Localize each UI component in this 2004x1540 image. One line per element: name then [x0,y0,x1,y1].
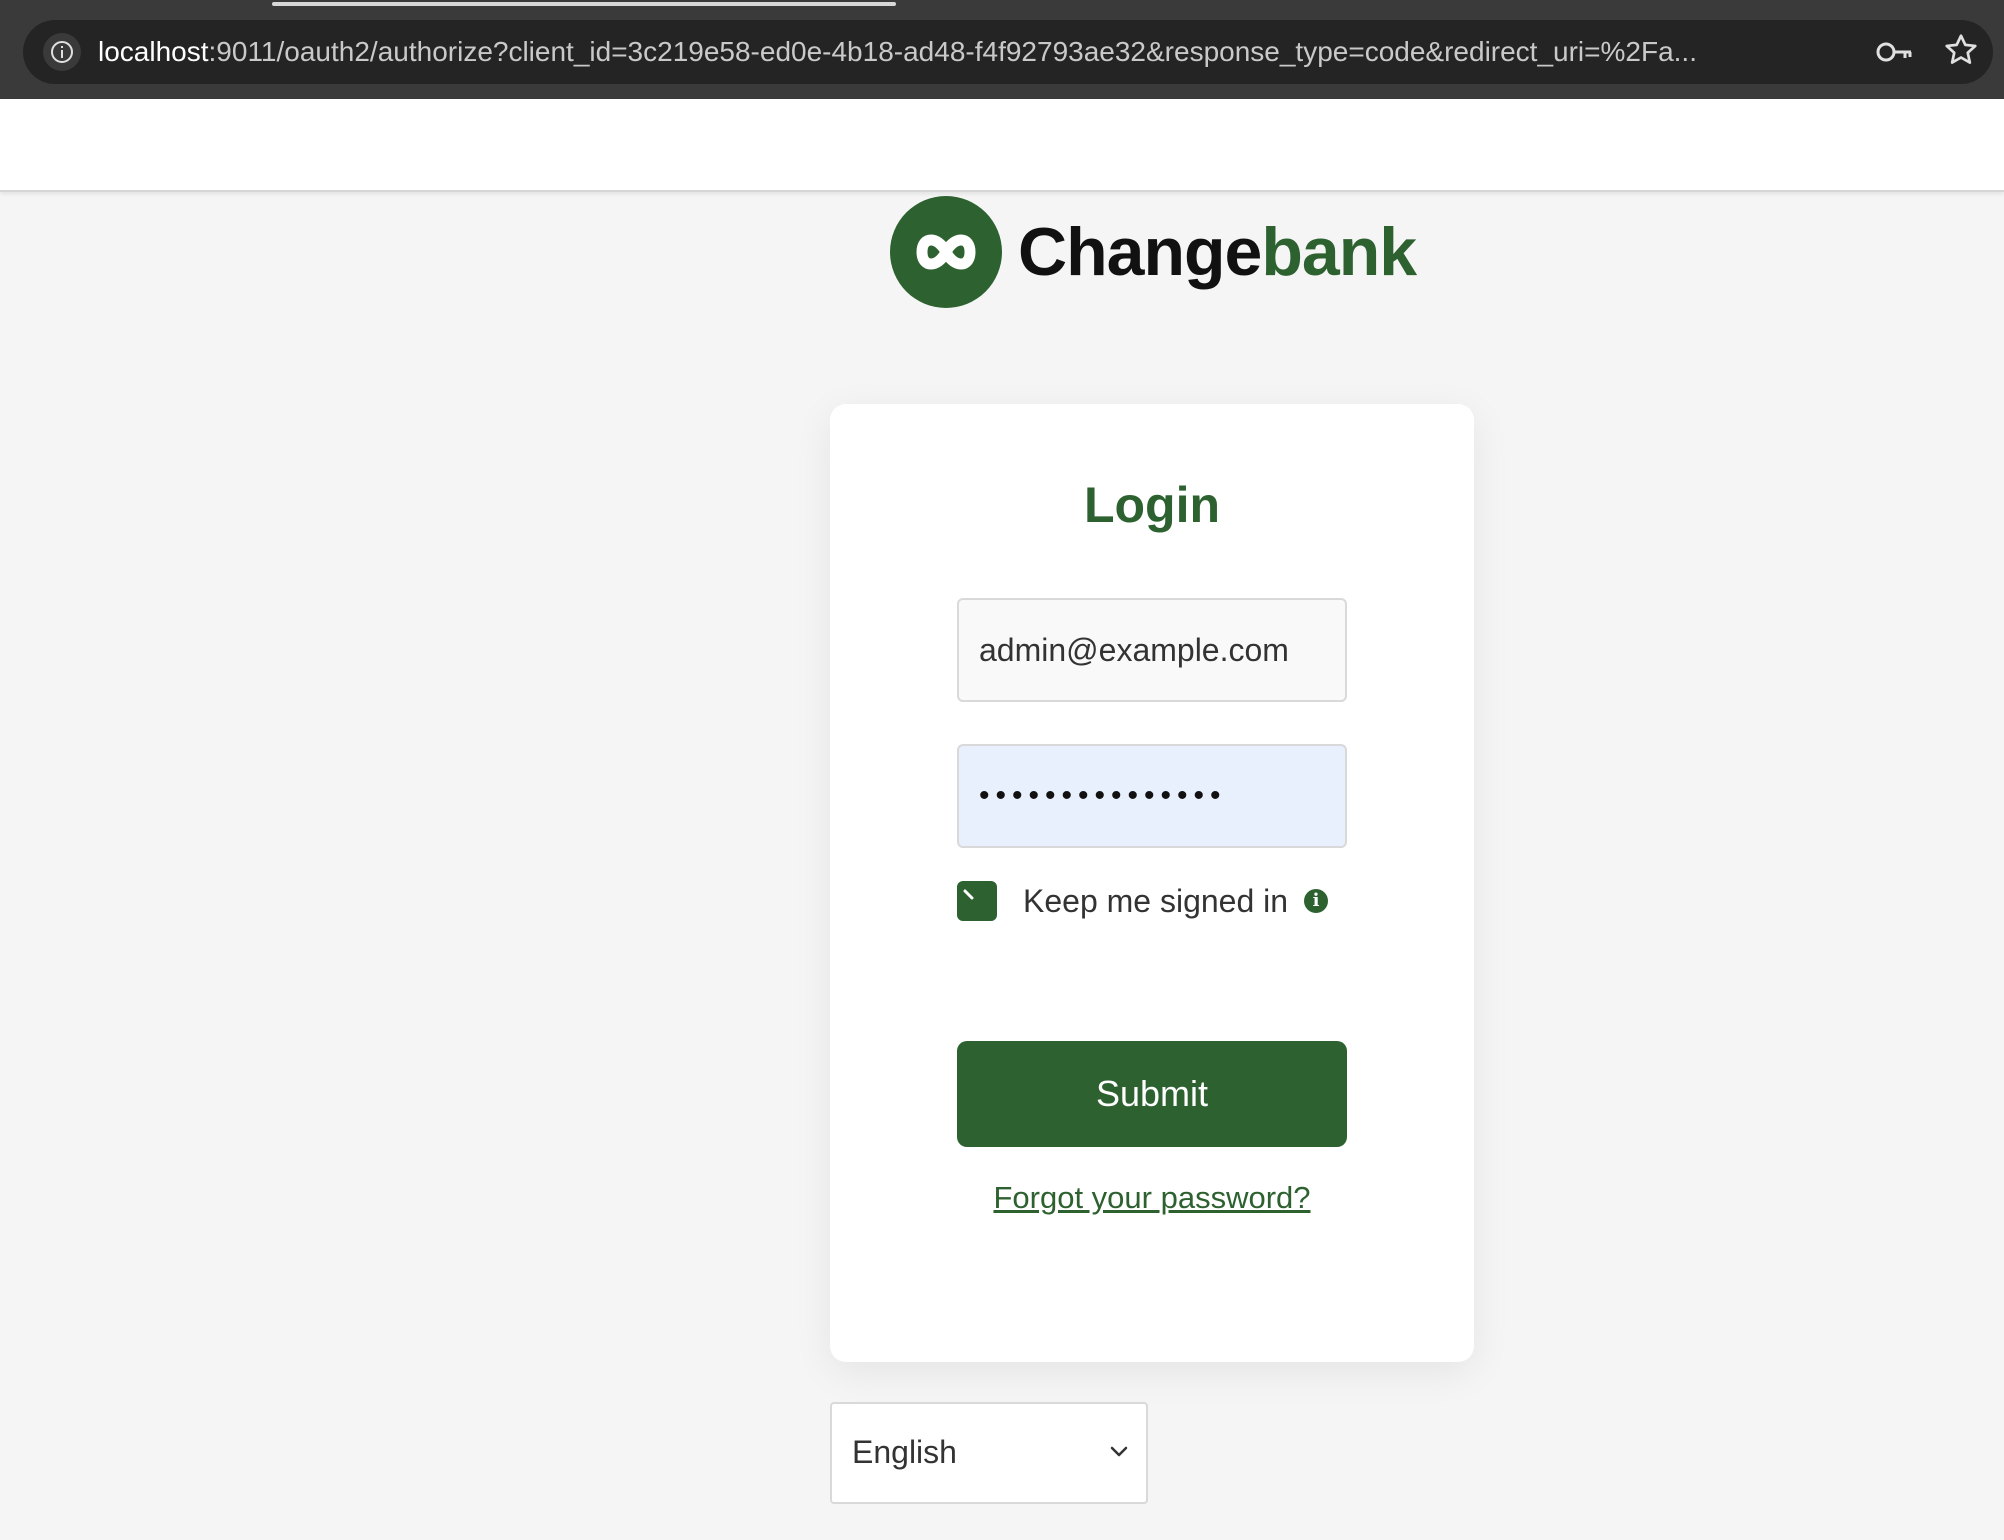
keep-signed-in-row[interactable]: Keep me signed in i [957,880,1329,922]
info-icon[interactable] [43,33,81,71]
keep-signed-in-checkbox[interactable] [957,881,997,921]
language-select[interactable]: English [830,1402,1148,1504]
brand-name-part2: bank [1261,214,1417,290]
password-field[interactable]: ••••••••••••••• [957,744,1347,848]
brand-name-part1: Change [1018,214,1262,290]
info-icon[interactable]: i [1304,889,1329,913]
changebank-logo-icon [890,196,1002,308]
brand-logo: Changebank [890,196,1417,308]
chevron-down-icon [1110,1446,1128,1457]
keep-signed-in-label[interactable]: Keep me signed in [1023,883,1288,920]
url-text[interactable]: localhost:9011/oauth2/authorize?client_i… [98,34,1848,70]
email-field[interactable] [957,598,1347,702]
app-header [0,99,2004,192]
login-card: Login ••••••••••••••• Keep me signed in … [830,404,1474,1362]
password-mask: ••••••••••••••• [979,779,1227,812]
check-icon [963,889,974,900]
submit-button[interactable]: Submit [957,1041,1347,1147]
forgot-password-link[interactable]: Forgot your password? [830,1180,1474,1216]
language-selected-value: English [852,1434,957,1470]
brand-name: Changebank [1018,213,1417,291]
key-icon[interactable] [1875,34,1915,75]
star-icon[interactable] [1943,32,1979,73]
browser-toolbar: localhost:9011/oauth2/authorize?client_i… [0,0,2004,99]
page-load-progress [272,2,896,6]
address-bar[interactable]: localhost:9011/oauth2/authorize?client_i… [23,20,1993,84]
url-path: :9011/oauth2/authorize?client_id=3c219e5… [208,36,1697,67]
login-title: Login [1083,477,1221,533]
url-host: localhost [98,36,209,67]
